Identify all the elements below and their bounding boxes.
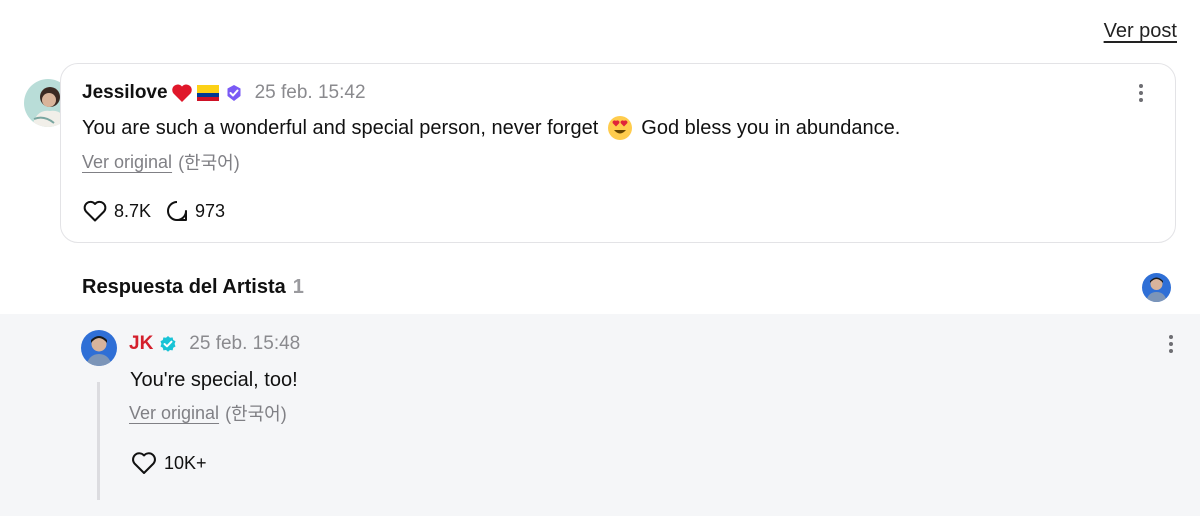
colombia-flag-icon	[196, 85, 219, 101]
like-icon[interactable]	[82, 199, 108, 223]
reply-header: JK 25 feb. 15:48	[129, 331, 300, 357]
like-count: 8.7K	[114, 200, 152, 221]
comment-actions: 8.7K 973	[82, 198, 225, 224]
comment-icon[interactable]	[165, 199, 189, 223]
verified-badge-icon	[225, 84, 243, 102]
comment-header: Jessilove 25 feb. 15:42	[82, 80, 366, 106]
original-language: (한국어)	[178, 153, 240, 173]
view-original-link[interactable]: Ver original	[82, 152, 172, 173]
reply-body: You're special, too!	[130, 366, 298, 394]
commenter-username[interactable]: Jessilove	[82, 82, 168, 104]
comment-timestamp: 25 feb. 15:42	[254, 82, 366, 103]
artist-username[interactable]: JK	[129, 333, 153, 355]
heart-icon	[171, 83, 193, 103]
reply-view-original-link[interactable]: Ver original	[129, 403, 219, 424]
thread-line	[97, 382, 100, 500]
reply-like-icon[interactable]	[130, 450, 158, 476]
comment-text-part-1: You are such a wonderful and special per…	[82, 116, 599, 139]
artist-reply-title: Respuesta del Artista	[82, 276, 286, 298]
view-post-link[interactable]: Ver post	[1104, 20, 1177, 43]
reply-text: You're special, too!	[130, 368, 298, 391]
reply-original-language: (한국어)	[225, 404, 287, 424]
artist-avatar[interactable]	[81, 330, 117, 366]
comment-translation-row: Ver original (한국어)	[82, 150, 240, 174]
reply-like-count: 10K+	[164, 452, 207, 473]
heart-eyes-emoji	[607, 115, 633, 141]
verified-badge-icon	[159, 335, 177, 353]
reply-count: 973	[195, 200, 226, 221]
artist-small-avatar[interactable]	[1142, 273, 1171, 302]
reply-timestamp: 25 feb. 15:48	[189, 333, 301, 354]
artist-reply-heading: Respuesta del Artista 1	[82, 276, 304, 299]
reply-actions: 10K+	[130, 450, 207, 476]
comment-body: You are such a wonderful and special per…	[82, 114, 900, 142]
artist-reply-count: 1	[292, 276, 304, 298]
comment-text-part-2: God bless you in abundance.	[641, 116, 901, 139]
more-options-icon[interactable]	[1131, 81, 1151, 105]
reply-translation-row: Ver original (한국어)	[129, 401, 287, 425]
reply-more-options-icon[interactable]	[1161, 332, 1181, 356]
